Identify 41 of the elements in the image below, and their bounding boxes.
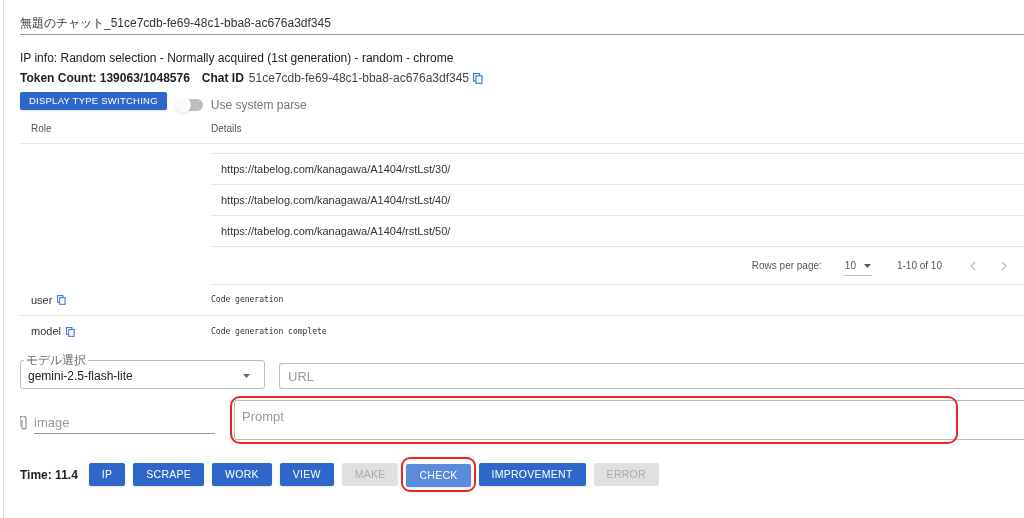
copy-icon[interactable]: [473, 72, 484, 84]
pagination-range: 1-10 of 10: [896, 259, 942, 273]
toggle-switch[interactable]: [178, 99, 203, 111]
image-field[interactable]: image: [34, 412, 215, 434]
details-cell: Code generation: [211, 294, 284, 306]
details-cell: Code generation complete: [211, 325, 327, 338]
action-button[interactable]: IMPROVEMENT: [478, 463, 586, 487]
toggle-label: Use system parse: [210, 97, 307, 114]
url-field[interactable]: URL: [279, 363, 1024, 389]
url-cell-text: https://tabelog.com/kanagawa/A1404/rstLst/50/: [221, 223, 451, 239]
dropdown-caret-icon: [863, 263, 871, 268]
url-cell-text: https://tabelog.com/kanagawa/A1404/rstLst/40/: [221, 192, 451, 208]
select-value: gemini-2.5-flash-lite: [28, 368, 133, 385]
action-button[interactable]: IP: [88, 463, 126, 487]
elapsed-time: Time: 11.4: [20, 466, 78, 484]
previous-page-icon[interactable]: [970, 260, 976, 271]
action-button[interactable]: CHECK: [406, 464, 471, 488]
column-header: Details: [211, 121, 242, 136]
chat-id: 51ce7cdb-fe69-48c1-bba8-ac676a3df345: [248, 70, 470, 86]
rows-per-page-label: Rows per page:: [751, 259, 822, 273]
token-count: Token Count: 139063/1048576: [20, 70, 190, 86]
url-cell-text: https://tabelog.com/kanagawa/A1404/rstLst/30/: [221, 161, 451, 177]
role-cell-text: model: [31, 324, 61, 340]
paperclip-icon[interactable]: [20, 416, 28, 431]
ip-info: IP info: Random selection - Normally acquired (1st generation) - random - chrome: [20, 50, 454, 66]
action-button[interactable]: WORK: [212, 463, 272, 487]
model-select[interactable]: モデル選択 gemini-2.5-flash-lite: [20, 353, 265, 389]
copy-icon[interactable]: [65, 326, 75, 337]
display-type-switching-button[interactable]: DISPLAY TYPE SWITCHING: [20, 92, 167, 110]
rows-per-page-select[interactable]: 10: [843, 258, 872, 276]
column-header: Role: [31, 121, 53, 136]
dropdown-caret-icon: [243, 374, 250, 378]
chat-id-label: Chat ID: [201, 70, 244, 86]
copy-icon[interactable]: [57, 295, 67, 305]
action-button[interactable]: SCRAPE: [133, 463, 205, 487]
next-page-icon[interactable]: [1001, 260, 1007, 271]
chat-title[interactable]: 無題のチャット_51ce7cdb-fe69-48c1-bba8-ac676a3df345: [20, 16, 331, 30]
prompt-field[interactable]: Prompt: [234, 400, 1024, 440]
role-cell-text: user: [31, 292, 53, 308]
action-button[interactable]: VIEW: [279, 463, 334, 487]
select-label: モデル選択: [25, 353, 87, 367]
